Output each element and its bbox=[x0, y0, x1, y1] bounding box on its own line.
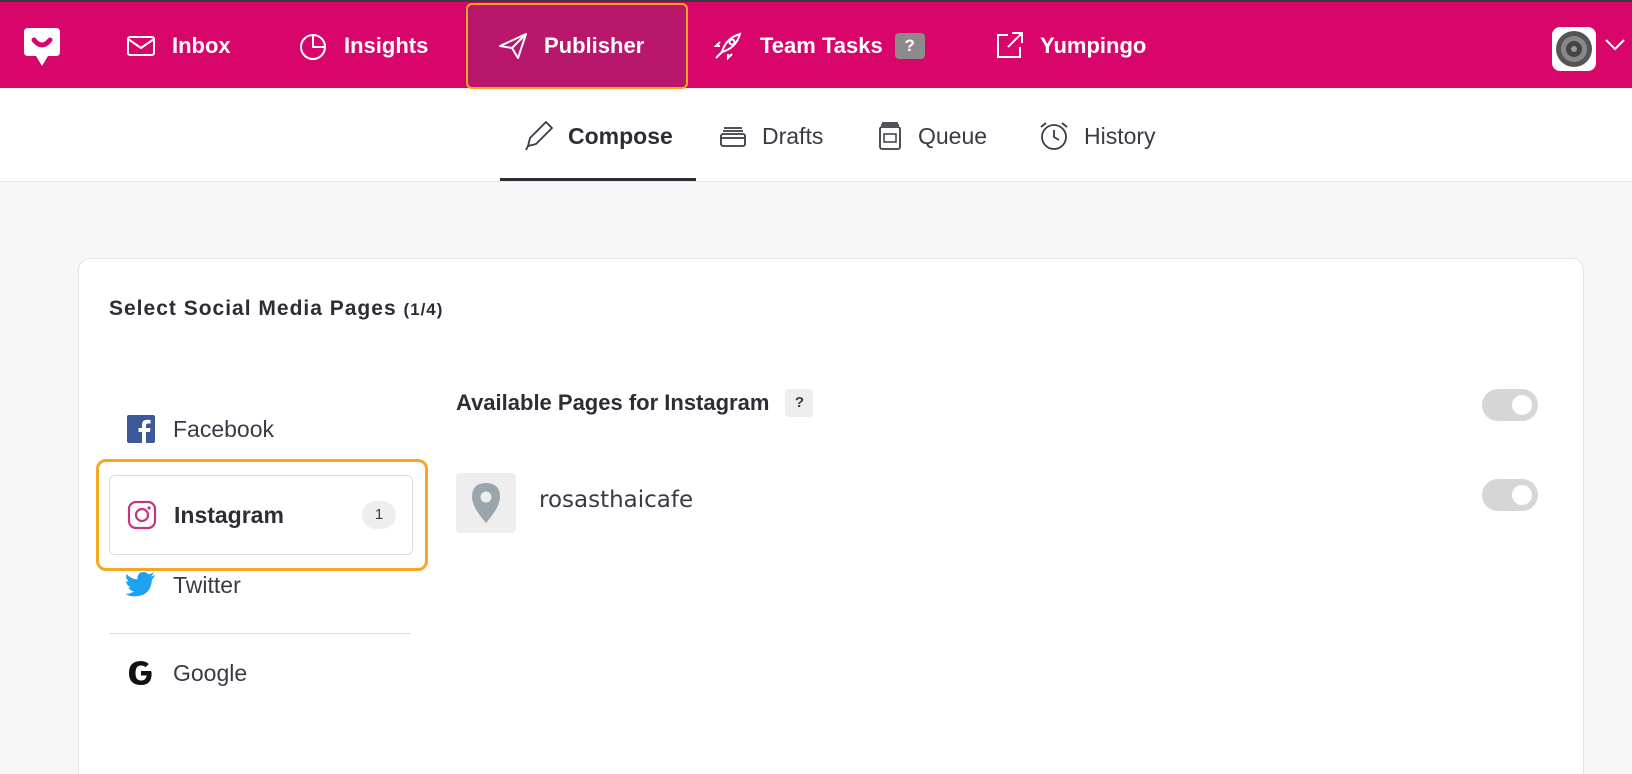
available-pages-help-button[interactable]: ? bbox=[785, 389, 814, 417]
sub-nav-bar: Compose Drafts Queue History bbox=[0, 90, 1632, 182]
page-location-thumbnail bbox=[456, 473, 516, 533]
avatar[interactable] bbox=[1552, 27, 1596, 71]
nav-publisher[interactable]: Publisher bbox=[466, 3, 688, 89]
app-logo-icon[interactable] bbox=[20, 24, 64, 68]
nav-inbox-label: Inbox bbox=[172, 33, 231, 58]
top-nav-bar: Inbox Insights Publisher Team Tasks ? Yu… bbox=[0, 0, 1632, 89]
network-facebook[interactable]: Facebook bbox=[109, 389, 417, 469]
network-instagram-label: Instagram bbox=[174, 501, 284, 528]
alarm-clock-icon bbox=[1040, 122, 1068, 150]
tab-compose-label: Compose bbox=[568, 122, 673, 149]
drafts-tray-icon bbox=[720, 127, 746, 147]
paper-plane-icon bbox=[499, 33, 527, 59]
page-toggle-rosasthaicafe[interactable] bbox=[1482, 479, 1538, 511]
external-link-icon bbox=[997, 32, 1023, 58]
network-twitter-label: Twitter bbox=[173, 571, 241, 598]
card-title-text: Select Social Media Pages bbox=[109, 297, 397, 320]
nav-yumpingo-label: Yumpingo bbox=[1040, 33, 1147, 58]
nav-yumpingo[interactable]: Yumpingo bbox=[994, 4, 1146, 88]
tab-queue-label: Queue bbox=[918, 122, 988, 149]
nav-publisher-label: Publisher bbox=[544, 33, 645, 58]
google-icon bbox=[129, 661, 152, 685]
location-pin-icon bbox=[472, 483, 500, 523]
nav-team-tasks-label: Team Tasks bbox=[760, 33, 883, 58]
nav-team-tasks[interactable]: Team Tasks ? bbox=[712, 4, 925, 88]
network-google-label: Google bbox=[173, 659, 248, 686]
pie-chart-icon bbox=[300, 34, 326, 60]
tab-drafts[interactable]: Drafts bbox=[718, 90, 823, 182]
rocket-icon bbox=[713, 32, 742, 61]
page-name-rosasthaicafe: rosasthaicafe bbox=[539, 487, 694, 513]
tab-history-label: History bbox=[1084, 122, 1156, 149]
available-pages-heading: Available Pages for Instagram ? bbox=[456, 389, 814, 417]
instagram-icon bbox=[127, 500, 157, 530]
tab-history[interactable]: History bbox=[1038, 90, 1156, 182]
network-instagram[interactable]: Instagram 1 bbox=[109, 475, 413, 555]
pencil-icon bbox=[525, 121, 553, 151]
select-all-toggle[interactable] bbox=[1482, 389, 1538, 421]
network-facebook-label: Facebook bbox=[173, 415, 275, 442]
tab-queue[interactable]: Queue bbox=[876, 90, 987, 182]
facebook-icon bbox=[127, 415, 155, 443]
active-tab-indicator bbox=[500, 178, 696, 181]
select-pages-card: Select Social Media Pages (1/4) Facebook… bbox=[78, 258, 1584, 774]
card-title: Select Social Media Pages (1/4) bbox=[109, 297, 443, 321]
network-twitter[interactable]: Twitter bbox=[109, 545, 417, 625]
selection-count: (1/4) bbox=[403, 300, 444, 319]
envelope-icon bbox=[127, 36, 155, 56]
network-google[interactable]: Google bbox=[109, 633, 417, 713]
queue-jar-icon bbox=[879, 122, 901, 150]
nav-insights-label: Insights bbox=[344, 33, 429, 58]
twitter-icon bbox=[125, 572, 155, 597]
tab-drafts-label: Drafts bbox=[762, 122, 824, 149]
tab-compose[interactable]: Compose bbox=[522, 90, 673, 182]
available-pages-title: Available Pages for Instagram bbox=[456, 390, 770, 415]
chevron-down-icon[interactable] bbox=[1604, 38, 1626, 52]
nav-inbox[interactable]: Inbox bbox=[126, 4, 231, 88]
nav-insights[interactable]: Insights bbox=[298, 4, 428, 88]
instagram-count-badge: 1 bbox=[362, 501, 396, 529]
team-tasks-help-badge[interactable]: ? bbox=[894, 33, 925, 59]
